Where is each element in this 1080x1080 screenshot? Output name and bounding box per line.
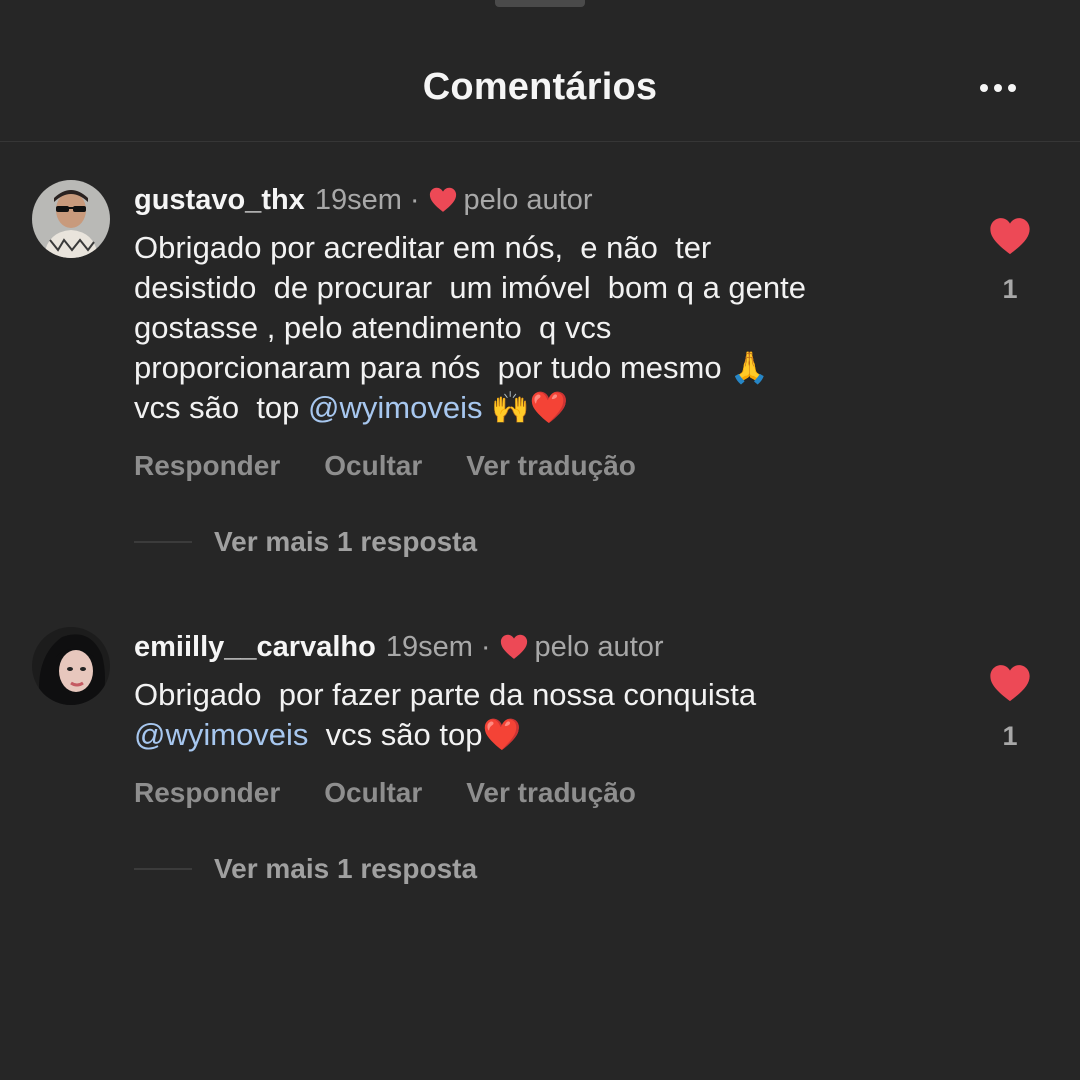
replies-divider <box>134 868 192 870</box>
like-heart-icon[interactable] <box>988 216 1032 256</box>
author-liked-label: pelo autor <box>463 184 593 216</box>
replies-divider <box>134 541 192 543</box>
avatar[interactable] <box>32 180 110 258</box>
more-horizontal-icon <box>980 84 988 92</box>
meta-separator: · <box>409 184 420 216</box>
comment-meta: gustavo_thx 19sem · pelo autor <box>134 182 593 218</box>
avatar-image <box>32 627 110 705</box>
like-column: 1 <box>982 663 1038 752</box>
comment-text: Obrigado por acreditar em nós, e não ter… <box>134 228 954 428</box>
view-replies-button[interactable]: Ver mais 1 resposta <box>134 526 477 558</box>
view-replies-label: Ver mais 1 resposta <box>214 853 478 884</box>
translate-button[interactable]: Ver tradução <box>466 450 636 482</box>
like-column: 1 <box>982 216 1038 305</box>
reply-button[interactable]: Responder <box>134 450 280 482</box>
more-horizontal-icon-dot <box>1008 84 1016 92</box>
comment-actions: Responder Ocultar Ver tradução <box>134 450 636 482</box>
avatar[interactable] <box>32 627 110 705</box>
mention-link[interactable]: @wyimoveis <box>134 717 308 752</box>
comments-header: Comentários <box>0 0 1080 142</box>
comment-text-part: 🙌❤️ <box>482 390 569 425</box>
comment-timestamp: 19sem <box>385 631 473 663</box>
like-heart-icon[interactable] <box>988 663 1032 703</box>
comment-text-part: vcs são top❤️ <box>308 717 522 752</box>
like-count: 1 <box>1002 721 1018 751</box>
comment-timestamp: 19sem <box>314 184 402 216</box>
view-replies-button[interactable]: Ver mais 1 resposta <box>134 853 477 885</box>
comment-meta: emiilly__carvalho 19sem · pelo autor <box>134 629 664 665</box>
more-horizontal-icon-dot <box>994 84 1002 92</box>
meta-separator: · <box>480 631 491 663</box>
like-count: 1 <box>1002 274 1018 304</box>
author-liked-heart-icon <box>500 634 527 659</box>
comment-actions: Responder Ocultar Ver tradução <box>134 777 636 809</box>
comment-username[interactable]: emiilly__carvalho <box>134 629 376 665</box>
comment-text: Obrigado por fazer parte da nossa conqui… <box>134 675 954 755</box>
page-title: Comentários <box>422 66 658 108</box>
translate-button[interactable]: Ver tradução <box>466 777 636 809</box>
author-liked-heart-icon <box>429 187 456 212</box>
comment-username[interactable]: gustavo_thx <box>134 182 305 218</box>
hide-button[interactable]: Ocultar <box>324 777 422 809</box>
comment-text-part: Obrigado por fazer parte da nossa conqui… <box>134 677 757 712</box>
hide-button[interactable]: Ocultar <box>324 450 422 482</box>
more-options-button[interactable] <box>972 70 1024 106</box>
author-liked-label: pelo autor <box>534 631 664 663</box>
view-replies-label: Ver mais 1 resposta <box>214 526 478 557</box>
avatar-image <box>32 180 110 258</box>
reply-button[interactable]: Responder <box>134 777 280 809</box>
mention-link[interactable]: @wyimoveis <box>308 390 482 425</box>
